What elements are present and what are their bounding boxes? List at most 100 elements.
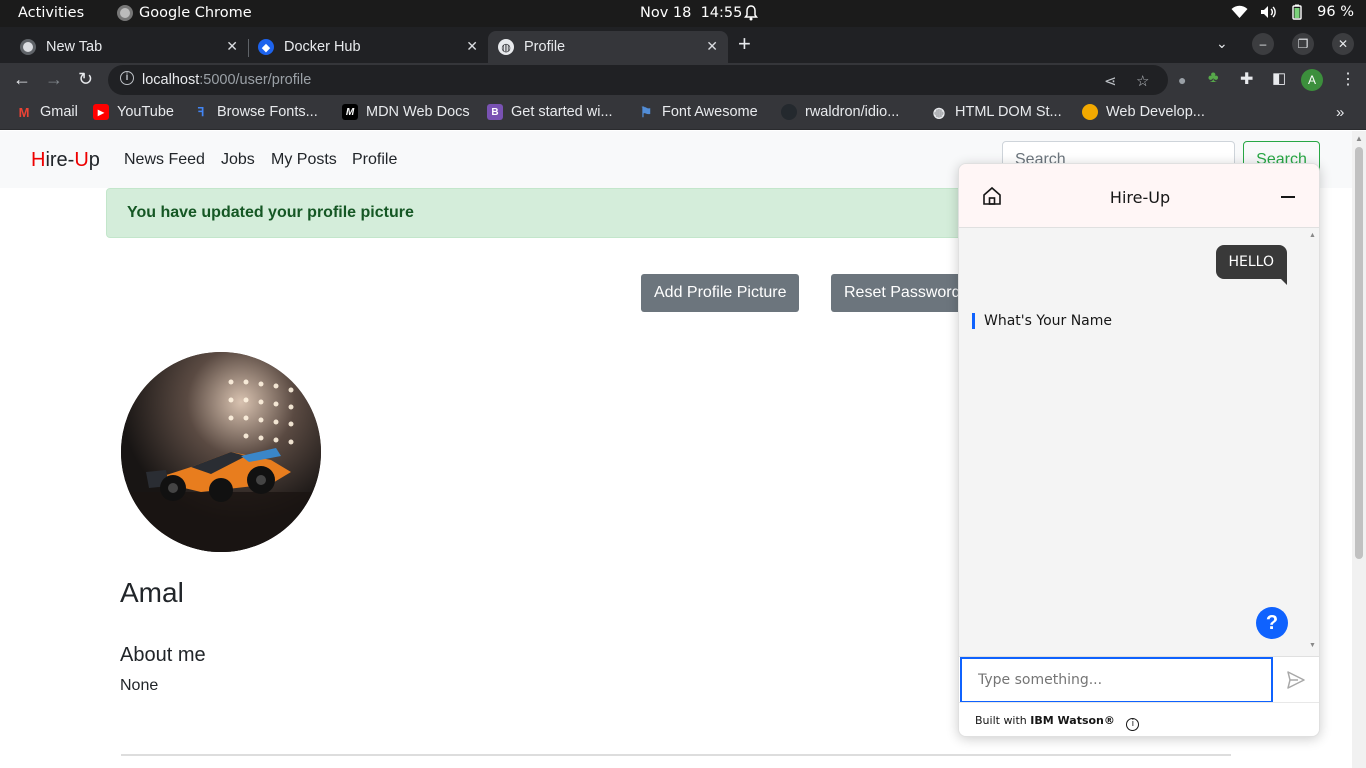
- brand-ire: ire-: [45, 149, 75, 171]
- tab-strip: New Tab ✕ ◆ Docker Hub ✕ ◍ Profile ✕: [0, 27, 1366, 63]
- profile-avatar[interactable]: A: [1301, 69, 1323, 91]
- bookmark-html-dom[interactable]: ◍ HTML DOM St...: [931, 103, 1062, 121]
- chat-scroll-up-icon[interactable]: ▲: [1309, 232, 1316, 239]
- close-tab-icon[interactable]: ✕: [226, 38, 238, 55]
- chat-widget: Hire-Up HELLO What's Your Name ▲ ▼ ? Bui…: [958, 163, 1320, 737]
- bookmark-rwaldron[interactable]: rwaldron/idio...: [781, 104, 899, 120]
- brand-p: p: [88, 149, 100, 171]
- nav-profile[interactable]: Profile: [352, 151, 397, 169]
- time-label: 14:55: [700, 5, 743, 21]
- scroll-up-icon[interactable]: ▲: [1355, 134, 1363, 143]
- bookmark-bootstrap[interactable]: B Get started wi...: [487, 104, 613, 120]
- youtube-icon: ▶: [93, 104, 109, 120]
- profile-picture: [121, 352, 321, 552]
- bookmark-mdn[interactable]: M MDN Web Docs: [342, 104, 470, 120]
- bookmark-label: Get started wi...: [511, 104, 613, 120]
- url-path: :5000/user/profile: [199, 72, 312, 88]
- bookmark-star-icon[interactable]: ☆: [1136, 72, 1149, 90]
- tab-docker-hub[interactable]: ◆ Docker Hub ✕: [240, 31, 488, 63]
- app-menu[interactable]: Google Chrome: [117, 5, 252, 21]
- chrome-icon: [20, 39, 36, 55]
- date-label: Nov 18: [640, 5, 692, 21]
- address-bar[interactable]: i localhost:5000/user/profile ⋖ ☆: [108, 65, 1168, 95]
- close-window-button[interactable]: ✕: [1332, 33, 1354, 55]
- site-info-icon[interactable]: i: [120, 71, 134, 85]
- bookmark-browse-fonts[interactable]: ꟻ Browse Fonts...: [193, 104, 318, 120]
- nav-news-feed[interactable]: News Feed: [124, 151, 205, 169]
- minimize-window-button[interactable]: –: [1252, 33, 1274, 55]
- chat-message-input[interactable]: [960, 657, 1273, 703]
- bookmark-gmail[interactable]: M Gmail: [16, 104, 78, 120]
- close-tab-icon[interactable]: ✕: [466, 38, 478, 55]
- wifi-icon: [1231, 5, 1248, 18]
- nav-jobs[interactable]: Jobs: [221, 151, 255, 169]
- reset-password-button[interactable]: Reset Password: [831, 274, 966, 312]
- add-profile-picture-button[interactable]: Add Profile Picture: [641, 274, 799, 312]
- url-host: localhost: [142, 72, 200, 88]
- maximize-window-button[interactable]: ❐: [1292, 33, 1314, 55]
- app-name: Google Chrome: [139, 5, 252, 21]
- new-tab-button[interactable]: +: [738, 31, 751, 57]
- chat-input-area: [959, 656, 1319, 703]
- bookmark-label: HTML DOM St...: [955, 104, 1062, 120]
- system-top-bar: Activities Google Chrome Nov 18 14:55 96…: [0, 0, 1366, 27]
- brand-logo[interactable]: Hire-Up: [31, 149, 100, 172]
- gmail-icon: M: [18, 104, 30, 120]
- help-button[interactable]: ?: [1256, 607, 1288, 639]
- profile-name: Amal: [120, 577, 184, 608]
- chat-header: Hire-Up: [959, 164, 1319, 228]
- clock[interactable]: Nov 18 14:55: [640, 5, 742, 21]
- back-arrow-icon[interactable]: ←: [13, 69, 31, 90]
- divider: [121, 754, 1231, 756]
- battery-icon: [1292, 4, 1302, 20]
- globe-icon: ◍: [498, 39, 514, 55]
- tab-search-icon[interactable]: ⌄: [1216, 35, 1228, 52]
- brand-h: H: [31, 149, 46, 171]
- bootstrap-icon: B: [487, 104, 503, 120]
- more-bookmarks-icon[interactable]: »: [1336, 104, 1344, 121]
- extensions-puzzle-icon[interactable]: ✚: [1240, 69, 1253, 89]
- reload-icon[interactable]: ↻: [78, 69, 93, 90]
- tab-title: New Tab: [46, 39, 103, 55]
- battery-percent: 96 %: [1317, 4, 1354, 20]
- docker-icon: ◆: [258, 39, 274, 55]
- minimize-chat-icon[interactable]: [1281, 196, 1295, 198]
- mdn-icon: M: [342, 104, 358, 120]
- bookmark-youtube[interactable]: ▶ YouTube: [93, 104, 174, 120]
- scrollbar-thumb[interactable]: [1355, 147, 1363, 559]
- forward-arrow-icon[interactable]: →: [45, 69, 63, 90]
- chat-scroll-down-icon[interactable]: ▼: [1309, 642, 1316, 649]
- tab-profile[interactable]: ◍ Profile ✕: [488, 31, 728, 63]
- nav-my-posts[interactable]: My Posts: [271, 151, 337, 169]
- chrome-app-icon: [117, 5, 133, 21]
- bookmark-web-develop[interactable]: Web Develop...: [1082, 104, 1205, 120]
- race-car-image: [121, 352, 321, 552]
- footer-brand: IBM Watson®: [1030, 714, 1115, 727]
- chat-scrollbar[interactable]: ▲ ▼: [1309, 232, 1317, 652]
- success-alert: You have updated your profile picture: [106, 188, 966, 238]
- chat-title: Hire-Up: [1109, 188, 1171, 207]
- info-icon[interactable]: i: [1126, 718, 1140, 731]
- extension-icon[interactable]: ●: [1178, 72, 1186, 88]
- browser-toolbar: ← → ↻ i localhost:5000/user/profile ⋖ ☆ …: [0, 63, 1366, 97]
- globe-icon: ◍: [932, 103, 946, 120]
- side-panel-icon[interactable]: ◧: [1272, 69, 1286, 87]
- system-tray[interactable]: 96 %: [1231, 4, 1354, 20]
- chat-footer: Built with IBM Watson® i: [959, 702, 1319, 736]
- alarm-icon: [744, 5, 758, 25]
- flag-icon: ⚑: [639, 103, 653, 120]
- activities-button[interactable]: Activities: [18, 5, 84, 21]
- page-scrollbar[interactable]: ▲: [1352, 131, 1366, 768]
- tab-title: Docker Hub: [284, 39, 361, 55]
- send-icon[interactable]: [1286, 670, 1306, 695]
- bookmark-font-awesome[interactable]: ⚑ Font Awesome: [638, 103, 758, 121]
- user-message: HELLO: [1215, 245, 1287, 285]
- tree-extension-icon[interactable]: ♣: [1208, 69, 1219, 87]
- bookmark-label: Font Awesome: [662, 104, 758, 120]
- bookmark-label: YouTube: [117, 104, 174, 120]
- close-tab-icon[interactable]: ✕: [706, 38, 718, 55]
- chrome-menu-icon[interactable]: ⋮: [1340, 69, 1356, 89]
- share-icon[interactable]: ⋖: [1104, 72, 1117, 90]
- tab-new-tab[interactable]: New Tab ✕: [0, 31, 248, 63]
- url-text[interactable]: localhost:5000/user/profile: [142, 72, 311, 88]
